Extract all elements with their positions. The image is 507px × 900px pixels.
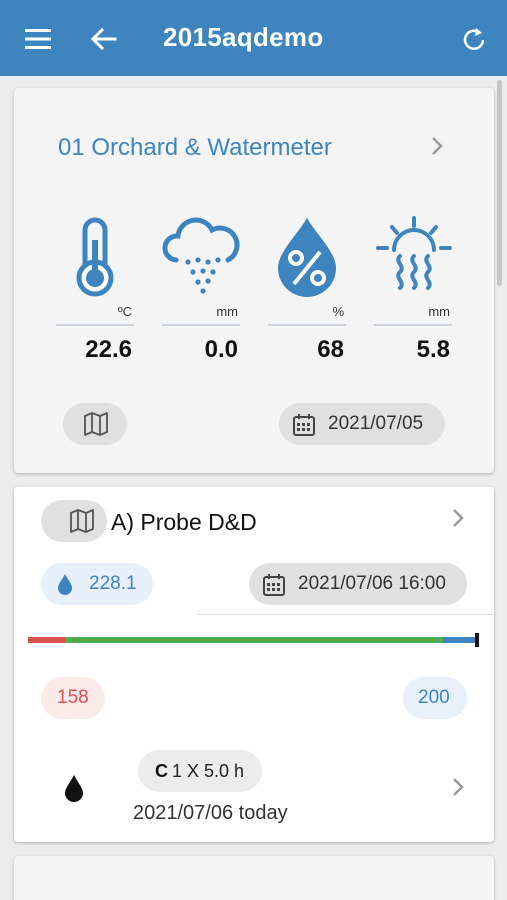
divider <box>162 324 240 326</box>
range-bar-high <box>443 637 476 643</box>
range-bar-low <box>28 637 65 643</box>
temperature-unit: ºC <box>117 304 132 319</box>
low-bound-value: 158 <box>57 687 89 708</box>
temperature-value: 22.6 <box>85 336 132 363</box>
evaporation-value: 5.8 <box>416 336 450 363</box>
probe-title[interactable]: A) Probe D&D <box>111 509 257 536</box>
chevron-right-icon[interactable] <box>451 776 465 798</box>
probe-datetime: 2021/07/06 16:00 <box>298 573 446 594</box>
evaporation-sun-icon <box>376 216 452 290</box>
water-content-badge: 228.1 <box>41 563 153 605</box>
range-marker <box>475 633 479 647</box>
app-bar: 2015aqdemo <box>0 0 507 76</box>
irrigation-code: C <box>155 761 168 781</box>
rain-metric: mm 0.0 <box>162 216 242 366</box>
temperature-metric: ºC 22.6 <box>56 216 136 366</box>
probe-datetime-pill[interactable]: 2021/07/06 16:00 <box>249 563 467 605</box>
map-button[interactable] <box>41 500 107 542</box>
high-bound-badge: 200 <box>403 677 467 719</box>
divider <box>56 324 134 326</box>
map-button[interactable] <box>63 403 127 445</box>
map-icon <box>84 412 108 436</box>
arrow-left-icon[interactable] <box>88 24 118 54</box>
divider <box>374 324 452 326</box>
station-card[interactable]: 01 Orchard & Watermeter ºC 22.6 mm 0.0 %… <box>14 88 494 473</box>
water-drop-icon <box>58 574 72 595</box>
calendar-icon <box>293 414 315 436</box>
chevron-right-icon[interactable] <box>430 135 444 157</box>
irrigation-date: 2021/07/06 today <box>133 802 288 824</box>
refresh-icon[interactable] <box>460 25 488 53</box>
low-bound-badge: 158 <box>41 677 105 719</box>
humidity-drop-icon <box>278 218 336 297</box>
station-date: 2021/07/05 <box>328 413 424 434</box>
drop-icon <box>65 775 83 802</box>
thermometer-icon <box>76 217 114 297</box>
station-title[interactable]: 01 Orchard & Watermeter <box>58 134 332 162</box>
humidity-metric: % 68 <box>268 216 348 366</box>
high-bound-value: 200 <box>418 687 450 708</box>
divider <box>197 614 494 615</box>
range-bar-ok <box>65 637 443 643</box>
divider <box>268 324 346 326</box>
evaporation-unit: mm <box>428 304 450 319</box>
rain-value: 0.0 <box>204 336 238 363</box>
calendar-icon <box>263 574 285 596</box>
next-card[interactable] <box>14 856 494 900</box>
humidity-value: 68 <box>317 336 344 363</box>
water-value: 228.1 <box>89 573 137 594</box>
rain-unit: mm <box>216 304 238 319</box>
map-icon <box>70 509 94 533</box>
irrigation-text: 1 X 5.0 h <box>172 761 245 781</box>
menu-icon[interactable] <box>24 26 54 52</box>
chevron-right-icon[interactable] <box>451 507 465 529</box>
scrollbar[interactable] <box>497 80 502 286</box>
app-title: 2015aqdemo <box>163 22 324 52</box>
probe-card[interactable]: A) Probe D&D 228.1 2021/07/06 16:00 158 … <box>14 487 494 842</box>
humidity-unit: % <box>332 304 344 319</box>
irrigation-badge: C 1 X 5.0 h <box>138 750 262 792</box>
rain-cloud-icon <box>162 217 240 294</box>
evaporation-metric: mm 5.8 <box>374 216 454 366</box>
date-pill[interactable]: 2021/07/05 <box>279 403 445 445</box>
